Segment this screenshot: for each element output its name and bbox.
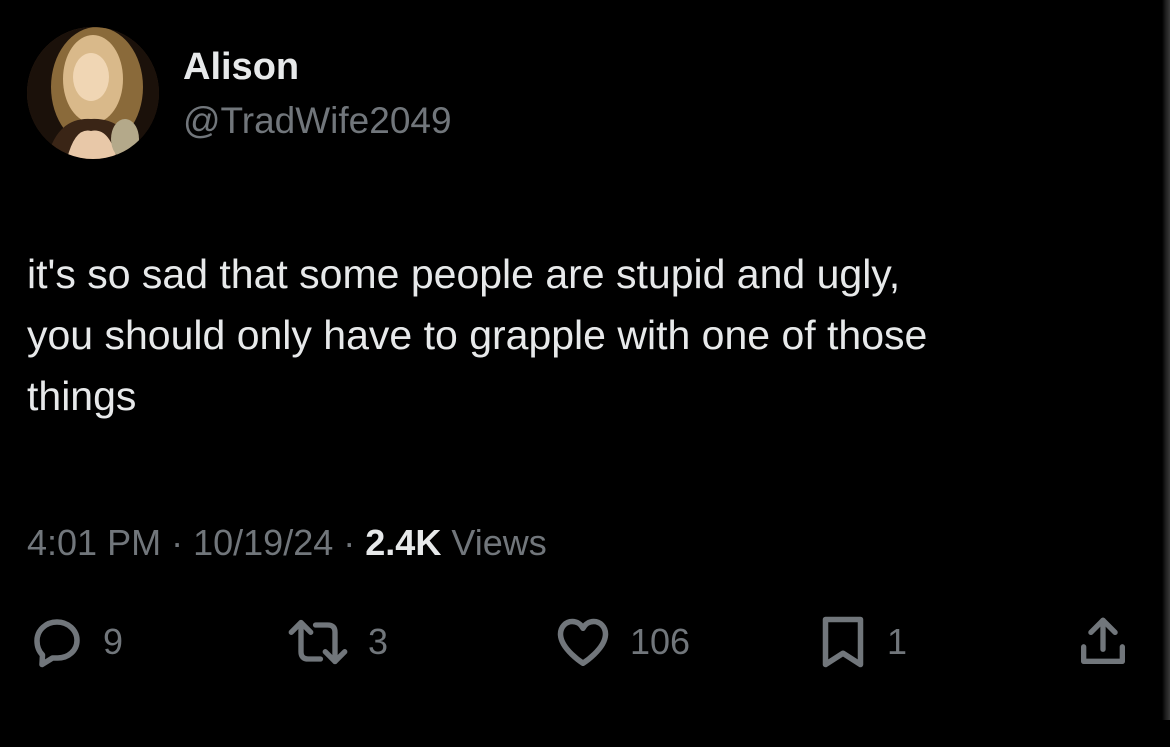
share-icon — [1074, 612, 1132, 672]
tweet-text: it's so sad that some people are stupid … — [27, 251, 928, 419]
tweet-meta: 4:01 PM · 10/19/24 · 2.4K Views — [27, 520, 547, 566]
reply-button[interactable]: 9 — [27, 612, 123, 672]
retweet-button[interactable]: 3 — [284, 612, 388, 672]
reply-count: 9 — [103, 621, 124, 662]
like-count: 106 — [630, 621, 691, 662]
meta-separator: · — [343, 522, 356, 563]
retweet-count: 3 — [368, 621, 389, 662]
share-button[interactable] — [1074, 612, 1132, 672]
tweet-date[interactable]: 10/19/24 — [193, 522, 333, 563]
edge-divider — [1162, 0, 1170, 720]
tweet: Alison @TradWife2049 it's so sad that so… — [0, 0, 1170, 747]
views-label: Views — [451, 522, 547, 563]
like-button[interactable]: 106 — [552, 612, 690, 672]
bookmark-button[interactable]: 1 — [815, 612, 907, 672]
reply-icon — [27, 612, 87, 672]
views-count: 2.4K — [365, 522, 442, 563]
avatar[interactable] — [27, 27, 159, 159]
author-handle[interactable]: @TradWife2049 — [183, 99, 452, 143]
tweet-time[interactable]: 4:01 PM — [27, 522, 161, 563]
retweet-icon — [284, 612, 352, 672]
bookmark-icon — [815, 612, 871, 672]
heart-icon — [552, 612, 614, 672]
meta-separator: · — [171, 522, 184, 563]
author-name[interactable]: Alison — [183, 44, 299, 90]
bookmark-count: 1 — [887, 621, 908, 662]
